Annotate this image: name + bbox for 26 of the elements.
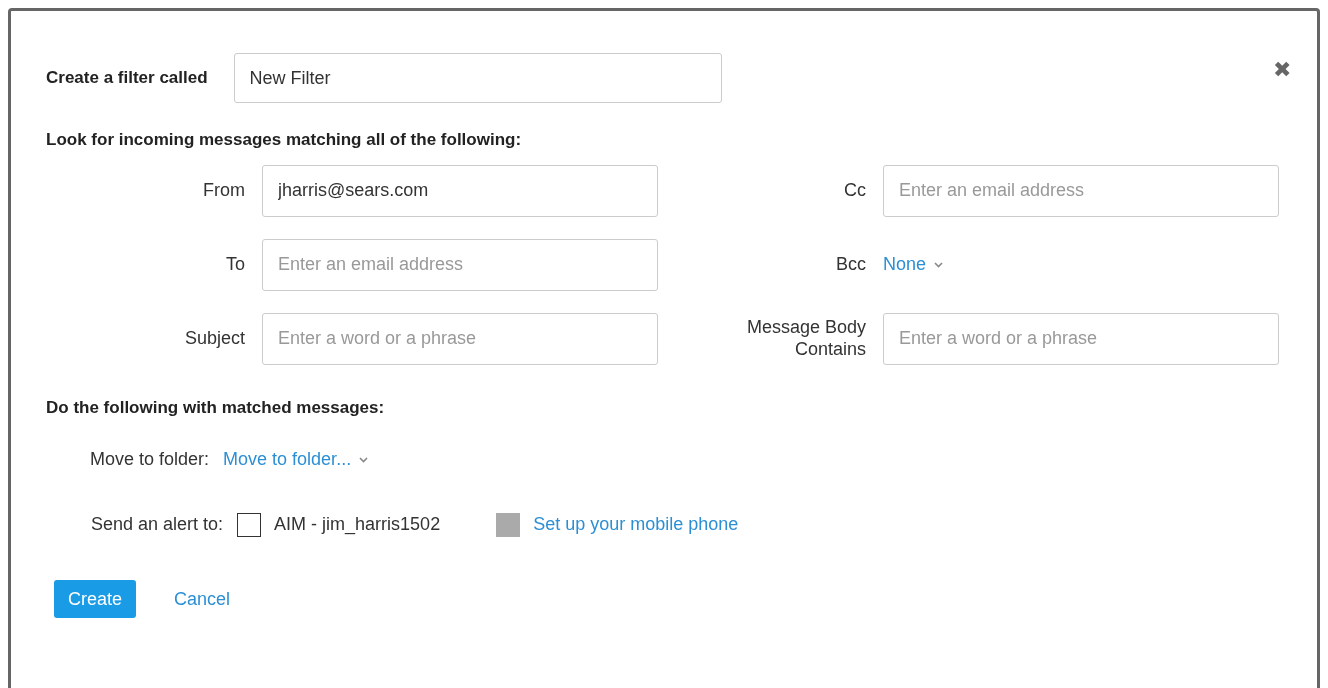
field-label: Move to folder: [90,448,210,471]
checkbox-label: AIM - jim_harris1502 [274,513,441,537]
field-label: Cc [843,179,866,202]
input-field[interactable]: Enter a word or a phrase [883,312,1279,365]
input-field[interactable]: Enter an email address [262,238,658,291]
caret-icon [359,457,369,464]
field-label: From [202,179,245,202]
field-label: Subject [183,327,245,350]
input-field[interactable]: Enter an email address [883,164,1279,217]
create-button[interactable]: Create [54,580,137,618]
folder-dropdown[interactable]: Move to folder... [223,446,369,473]
section-heading: Look for incoming messages matching all of the following: [46,129,523,151]
filter-name-field[interactable]: New Filter [233,53,722,103]
checkbox[interactable] [237,512,262,537]
filter-name-label: Create a filter called [46,67,208,90]
cancel-link[interactable]: Cancel [174,585,231,613]
field-label: Bcc [835,253,866,276]
section-heading: Do the following with matched messages: [46,396,386,419]
input-field[interactable]: jharris@sears.com [262,164,658,217]
input-field[interactable]: Enter a word or a phrase [262,312,658,365]
field-label: Send an alert to: [91,513,224,536]
field-label: To [225,253,245,276]
dropdown-link[interactable]: None [883,251,944,278]
close-button[interactable]: ✖ [1273,59,1291,81]
field-label: Message Body Contains [745,316,866,361]
caret-icon [934,262,944,269]
